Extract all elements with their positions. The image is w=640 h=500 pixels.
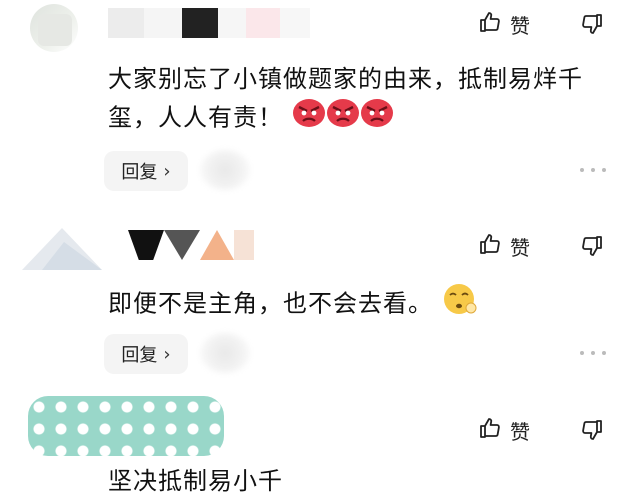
like-label: 赞 [510, 236, 530, 260]
reply-button[interactable]: 回复 › [104, 151, 188, 191]
dislike-button[interactable] [580, 234, 604, 262]
comment-text-content: 坚决抵制易小千 [108, 467, 283, 495]
dot-icon [580, 168, 584, 172]
comment-text-content: 即便不是主角，也不会去看。 [108, 289, 433, 318]
reply-avatar-blurred [200, 333, 250, 373]
avatar[interactable] [22, 226, 102, 274]
like-label: 赞 [510, 420, 530, 444]
like-label: 赞 [510, 14, 530, 38]
thumbs-up-icon [478, 232, 502, 261]
username-blurred[interactable] [108, 8, 310, 38]
angry-face-icon [292, 98, 326, 139]
comment-text: 大家别忘了小镇做题家的由来，抵制易烊千玺，人人有责！ [108, 60, 613, 139]
dot-icon [580, 351, 584, 355]
thumbs-down-icon [580, 420, 604, 446]
angry-face-icon [360, 98, 394, 139]
more-options-button[interactable] [580, 351, 606, 357]
reply-button[interactable]: 回复 › [104, 334, 188, 374]
avatar[interactable] [28, 396, 224, 456]
comment-text-partial: 坚决抵制易小千 [108, 462, 613, 500]
thumbs-down-icon [580, 14, 604, 40]
more-options-button[interactable] [580, 168, 606, 174]
thumbs-up-icon [478, 10, 502, 39]
reply-label: 回复 [121, 345, 158, 366]
username-blurred[interactable] [128, 230, 254, 260]
dot-icon [591, 168, 595, 172]
avatar[interactable] [30, 4, 78, 52]
reply-avatar-blurred [200, 150, 250, 190]
dot-icon [602, 168, 606, 172]
dot-icon [591, 351, 595, 355]
chevron-right-icon: › [163, 343, 171, 365]
thumbs-up-icon [478, 416, 502, 445]
like-button[interactable]: 赞 [478, 232, 530, 261]
chevron-right-icon: › [163, 160, 171, 182]
thumbs-down-icon [580, 236, 604, 262]
angry-face-icon [326, 98, 360, 139]
sleepy-face-icon [442, 282, 478, 327]
reply-label: 回复 [121, 162, 158, 183]
dot-icon [602, 351, 606, 355]
dislike-button[interactable] [580, 12, 604, 40]
comment-text: 即便不是主角，也不会去看。 [108, 282, 613, 327]
dislike-button[interactable] [580, 418, 604, 446]
like-button[interactable]: 赞 [478, 416, 530, 445]
like-button[interactable]: 赞 [478, 10, 530, 39]
